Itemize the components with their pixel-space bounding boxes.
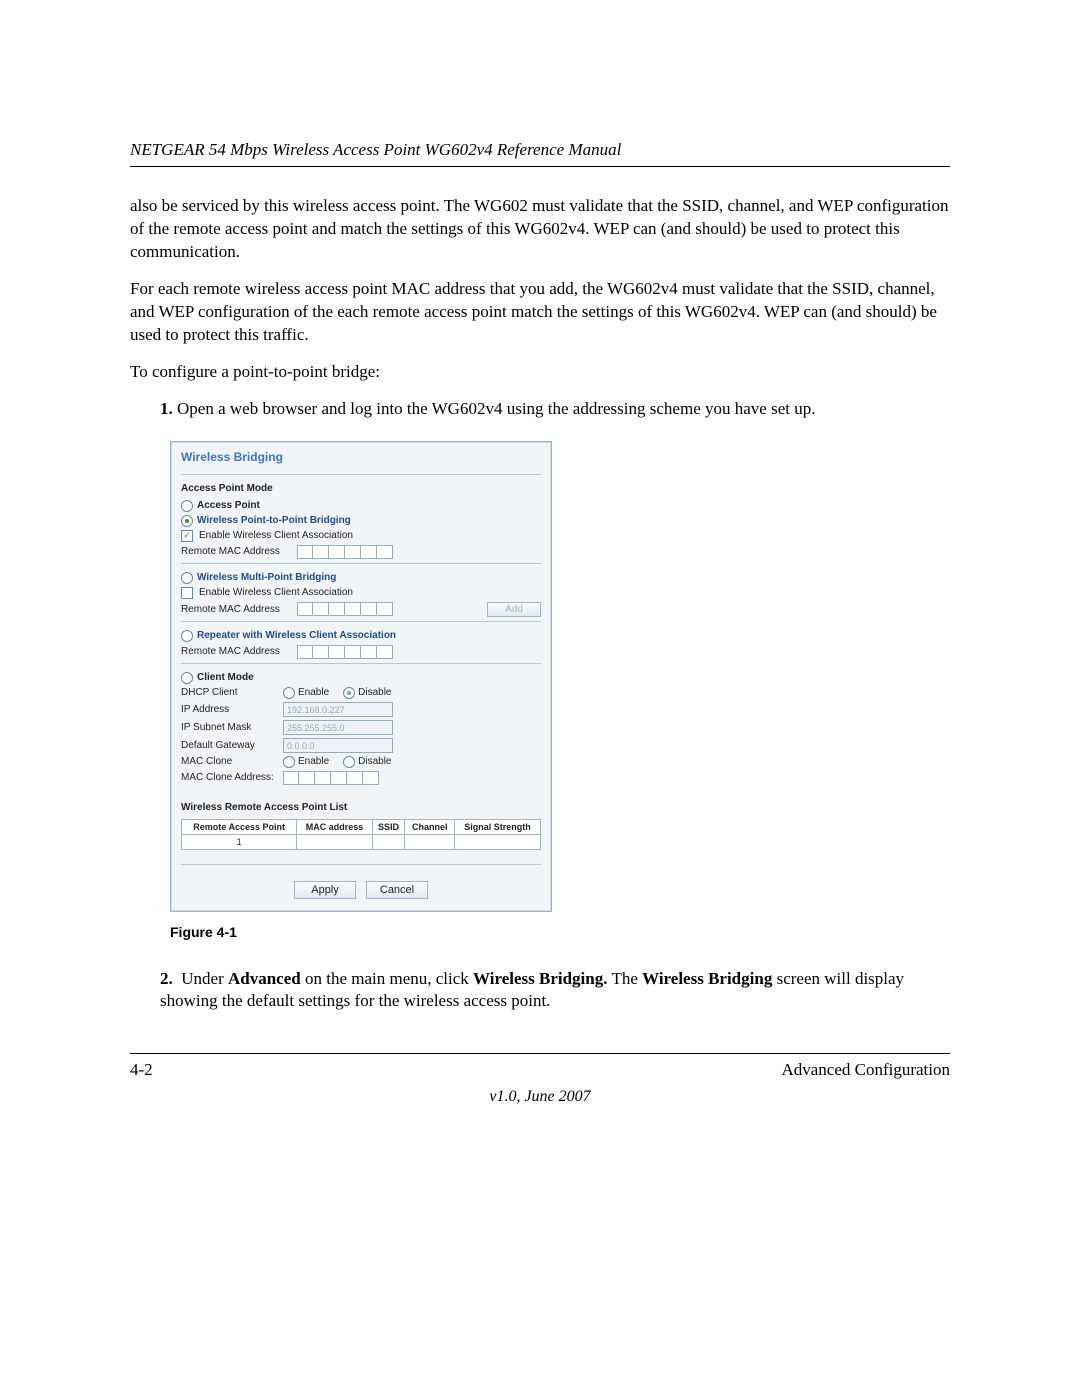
cell-index: 1 (182, 834, 297, 849)
label-repeater: Repeater with Wireless Client Associatio… (197, 630, 396, 641)
footer-rule (130, 1053, 950, 1054)
step-1: 1. Open a web browser and log into the W… (154, 398, 950, 421)
input-subnet[interactable]: 255.255.255.0 (283, 720, 393, 735)
mac-input-clone[interactable] (283, 771, 379, 785)
checkbox-enable-assoc-mp[interactable] (181, 587, 193, 599)
label-enable-assoc-mp: Enable Wireless Client Association (199, 587, 353, 598)
label-multipoint: Wireless Multi-Point Bridging (197, 572, 336, 583)
label-dhcp: DHCP Client (181, 687, 277, 698)
th-mac: MAC address (297, 819, 372, 834)
label-remote-mac-mp: Remote MAC Address (181, 604, 291, 615)
th-channel: Channel (405, 819, 455, 834)
radio-multipoint[interactable] (181, 572, 193, 584)
label-enable-assoc-ptp: Enable Wireless Client Association (199, 530, 353, 541)
paragraph-3: To configure a point-to-point bridge: (130, 361, 950, 384)
label-ip: IP Address (181, 704, 277, 715)
radio-dhcp-disable[interactable] (343, 687, 355, 699)
paragraph-2: For each remote wireless access point MA… (130, 278, 950, 347)
section-name: Advanced Configuration (781, 1060, 950, 1080)
radio-ptp-bridging[interactable] (181, 515, 193, 527)
step-2-text: Under Advanced on the main menu, click W… (160, 969, 904, 1011)
radio-dhcp-enable[interactable] (283, 687, 295, 699)
th-remote-ap: Remote Access Point (182, 819, 297, 834)
step-1-text: Open a web browser and log into the WG60… (177, 399, 815, 418)
label-client-mode: Client Mode (197, 672, 254, 683)
input-gateway[interactable]: 0.0.0.0 (283, 738, 393, 753)
wireless-bridging-screenshot: Wireless Bridging Access Point Mode Acce… (170, 441, 552, 912)
input-ip[interactable]: 192.168.0.227 (283, 702, 393, 717)
checkbox-enable-assoc-ptp[interactable]: ✓ (181, 530, 193, 542)
th-ssid: SSID (372, 819, 405, 834)
apply-button[interactable]: Apply (294, 881, 356, 899)
radio-repeater[interactable] (181, 630, 193, 642)
cancel-button[interactable]: Cancel (366, 881, 428, 899)
mac-input-mp[interactable] (297, 602, 393, 616)
label-disable-dhcp: Disable (358, 687, 391, 698)
radio-client-mode[interactable] (181, 672, 193, 684)
mac-input-ptp[interactable] (297, 545, 393, 559)
ap-list-table: Remote Access Point MAC address SSID Cha… (181, 819, 541, 850)
label-ptp-bridging: Wireless Point-to-Point Bridging (197, 515, 351, 526)
label-access-point: Access Point (197, 500, 260, 511)
panel-title: Wireless Bridging (181, 450, 541, 464)
radio-access-point[interactable] (181, 500, 193, 512)
footer-version: v1.0, June 2007 (130, 1088, 950, 1106)
table-row: 1 (182, 834, 541, 849)
th-signal: Signal Strength (455, 819, 541, 834)
label-enable-dhcp: Enable (298, 687, 329, 698)
label-subnet: IP Subnet Mask (181, 722, 277, 733)
step-2: 2. Under Advanced on the main menu, clic… (154, 968, 950, 1014)
header-rule (130, 166, 950, 167)
page-header-title: NETGEAR 54 Mbps Wireless Access Point WG… (130, 140, 950, 160)
label-remote-mac-rep: Remote MAC Address (181, 646, 291, 657)
label-disable-macclone: Disable (358, 756, 391, 767)
label-enable-macclone: Enable (298, 756, 329, 767)
label-macclone-addr: MAC Clone Address: (181, 772, 277, 783)
paragraph-1: also be serviced by this wireless access… (130, 195, 950, 264)
radio-macclone-disable[interactable] (343, 756, 355, 768)
mac-input-rep[interactable] (297, 645, 393, 659)
figure-caption: Figure 4-1 (170, 924, 950, 940)
label-gateway: Default Gateway (181, 740, 277, 751)
add-button[interactable]: Add (487, 602, 541, 617)
radio-macclone-enable[interactable] (283, 756, 295, 768)
section-ap-list: Wireless Remote Access Point List (181, 802, 541, 813)
label-macclone: MAC Clone (181, 756, 277, 767)
label-remote-mac-ptp: Remote MAC Address (181, 546, 291, 557)
section-ap-mode: Access Point Mode (181, 483, 541, 494)
page-number: 4-2 (130, 1060, 153, 1080)
